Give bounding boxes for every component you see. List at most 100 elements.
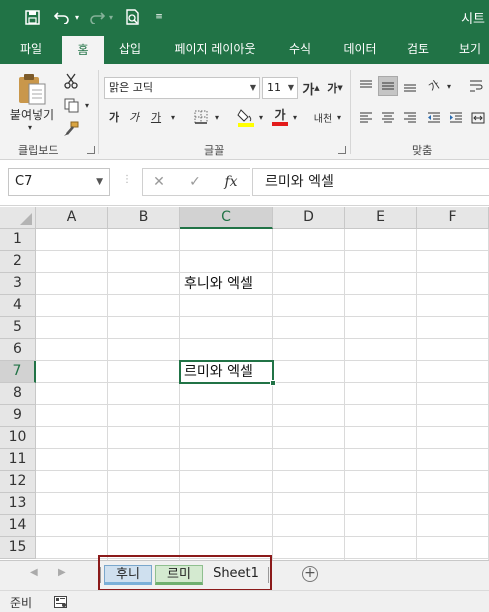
underline-dropdown-icon[interactable]: ▾ [168,110,178,124]
tab-view[interactable]: 보기 [450,34,489,64]
alignment-group-label: 맞춤 [412,144,433,157]
row-header[interactable]: 9 [0,405,36,427]
undo-dropdown-icon[interactable]: ▾ [72,0,82,34]
prev-sheet-icon[interactable]: ◀ [30,567,38,578]
undo-icon[interactable] [52,0,72,34]
font-launcher-icon[interactable] [338,146,346,154]
increase-indent-icon[interactable] [446,108,466,128]
font-color-dropdown-icon[interactable]: ▾ [290,110,300,124]
grid-line [36,250,489,251]
grow-font-label: 가 [302,82,315,98]
tab-file[interactable]: 파일 [10,34,52,64]
row-header[interactable]: 13 [0,493,36,515]
customize-toolbar-icon[interactable]: ≡ [152,0,166,34]
decrease-indent-icon[interactable] [424,108,444,128]
next-sheet-icon[interactable]: ▶ [58,567,66,578]
wrap-text-icon[interactable] [466,76,486,96]
fill-color-dropdown-icon[interactable]: ▾ [256,110,266,124]
grid-line [36,470,489,471]
paste-dropdown-icon[interactable]: ▾ [24,122,36,132]
row-header-selected[interactable]: 7 [0,361,36,383]
bold-button[interactable]: 가 [106,108,122,126]
underline-button[interactable]: 가 [148,108,164,126]
clipboard-launcher-icon[interactable] [87,146,95,154]
column-header-d[interactable]: D [273,207,345,229]
row-header[interactable]: 15 [0,537,36,559]
copy-icon[interactable] [62,96,80,114]
copy-dropdown-icon[interactable]: ▾ [82,98,92,112]
row-header[interactable]: 1 [0,229,36,251]
align-center-icon[interactable] [378,108,398,128]
row-header[interactable]: 12 [0,471,36,493]
tab-home[interactable]: 홈 [62,36,104,64]
align-bottom-icon[interactable] [400,76,420,96]
row-header[interactable]: 11 [0,449,36,471]
shrink-font-button[interactable]: 가 ▼ [326,78,344,98]
formula-input[interactable]: 르미와 엑셀 [252,168,489,196]
font-size-value: 11 [267,81,281,94]
grid-line [36,448,489,449]
macro-record-icon[interactable] [54,596,67,608]
merge-center-icon[interactable] [468,108,488,128]
tab-review[interactable]: 검토 [396,34,440,64]
insert-function-icon[interactable]: fx [220,168,242,196]
group-separator [98,70,99,154]
paste-button[interactable]: 붙여넣기 [6,106,58,122]
column-header-b[interactable]: B [108,207,180,229]
formula-bar-grip-icon: ⋮ [122,174,132,185]
grid-line [36,426,489,427]
borders-icon[interactable] [192,108,210,126]
font-size-dropdown-icon[interactable]: ▼ [288,78,294,98]
format-painter-icon[interactable] [62,120,80,138]
orientation-dropdown-icon[interactable]: ▾ [444,80,454,92]
font-size-combo[interactable]: 11 ▼ [262,77,298,99]
row-header[interactable]: 10 [0,427,36,449]
font-name-combo[interactable]: 맑은 고딕 ▼ [104,77,260,99]
align-left-icon[interactable] [356,108,376,128]
column-header-c[interactable]: C [180,207,273,229]
phonetic-button[interactable]: 내천 [312,106,334,128]
title-bar: ▾ ▾ ≡ 시트 [0,0,489,34]
align-right-icon[interactable] [400,108,420,128]
name-box[interactable]: C7 ▼ [8,168,110,196]
cell-c3[interactable]: 후니와 엑셀 [180,273,273,295]
row-header[interactable]: 8 [0,383,36,405]
align-top-icon[interactable] [356,76,376,96]
cut-icon[interactable] [62,72,80,90]
add-sheet-icon[interactable]: + [302,566,318,582]
row-header[interactable]: 6 [0,339,36,361]
grow-font-button[interactable]: 가 ▲ [302,78,320,98]
borders-dropdown-icon[interactable]: ▾ [212,110,222,124]
orientation-button[interactable]: 가 [424,76,444,96]
window-title: 시트 [461,12,485,27]
name-box-dropdown-icon[interactable]: ▼ [96,169,103,195]
italic-button[interactable]: 가 [126,108,142,126]
spreadsheet-grid[interactable]: A B C D E F 1 2 3 4 5 6 7 8 9 10 11 12 1… [0,207,489,560]
row-header[interactable]: 14 [0,515,36,537]
column-header-f[interactable]: F [417,207,489,229]
save-icon[interactable] [22,0,42,34]
paste-icon[interactable] [12,70,52,108]
row-header[interactable]: 3 [0,273,36,295]
phonetic-dropdown-icon[interactable]: ▾ [334,110,344,124]
row-header[interactable]: 4 [0,295,36,317]
font-color-button[interactable]: 가 [270,106,290,128]
fill-handle[interactable] [270,380,276,386]
tab-insert[interactable]: 삽입 [108,34,152,64]
font-name-dropdown-icon[interactable]: ▼ [250,78,256,98]
column-header-e[interactable]: E [345,207,417,229]
select-all-button[interactable] [0,207,36,229]
tab-data[interactable]: 데이터 [334,34,386,64]
print-preview-icon[interactable] [122,0,142,34]
tab-page-layout[interactable]: 페이지 레이아웃 [164,34,266,64]
group-separator [350,70,351,154]
redo-dropdown-icon: ▾ [108,12,113,22]
fill-color-icon[interactable] [236,106,256,128]
formula-bar: C7 ▼ ⋮ ✕ ✓ fx 르미와 엑셀 [0,160,489,206]
grid-line [36,492,489,493]
tab-formulas[interactable]: 수식 [278,34,322,64]
row-header[interactable]: 2 [0,251,36,273]
row-header[interactable]: 5 [0,317,36,339]
column-header-a[interactable]: A [36,207,108,229]
align-middle-icon[interactable] [378,76,398,96]
